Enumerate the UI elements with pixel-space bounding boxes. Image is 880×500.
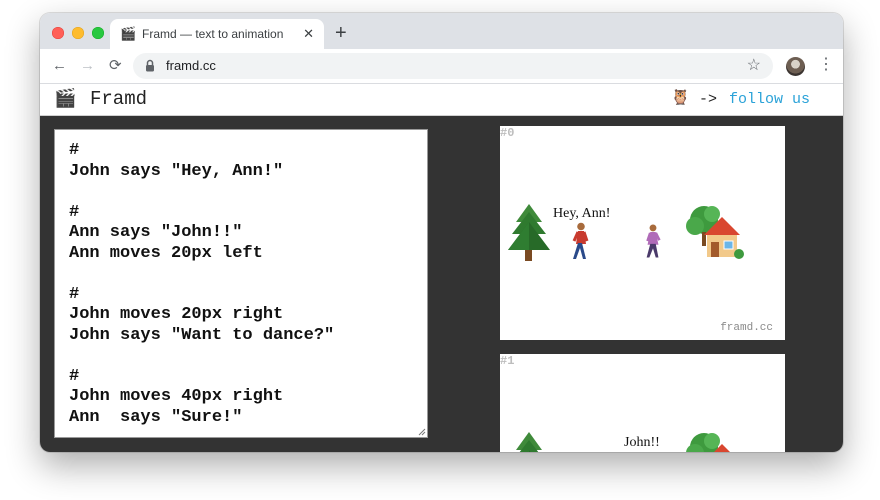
tab-strip: 🎬 Framd — text to animation ✕ + xyxy=(40,13,843,49)
arrow-text: -> xyxy=(699,91,718,108)
minimize-window-button[interactable] xyxy=(72,27,84,39)
speech-bubble: John!! xyxy=(624,435,660,450)
tab-framd[interactable]: 🎬 Framd — text to animation ✕ xyxy=(110,19,324,49)
owl-icon: 🦉 xyxy=(671,89,690,106)
address-bar[interactable]: framd.cc ☆ xyxy=(133,53,773,79)
browser-window: 🎬 Framd — text to animation ✕ + ← → ⟳ fr… xyxy=(40,13,843,452)
lock-icon xyxy=(146,59,154,72)
script-editor[interactable]: # John says "Hey, Ann!" # Ann says "John… xyxy=(54,129,428,438)
clapperboard-icon: 🎬 xyxy=(120,26,137,41)
url-text: framd.cc xyxy=(166,58,216,73)
animation-frame-0: #0 Hey, Ann! framd.cc xyxy=(500,126,785,340)
forward-arrow-icon[interactable]: → xyxy=(80,57,95,74)
star-icon[interactable]: ☆ xyxy=(747,57,761,75)
house-with-garden-icon xyxy=(686,206,744,259)
back-arrow-icon[interactable]: ← xyxy=(52,57,67,74)
profile-avatar[interactable] xyxy=(786,57,805,76)
woman-walking-icon xyxy=(646,224,661,258)
follow-us-link[interactable]: follow us xyxy=(729,91,810,108)
brand-name: Framd xyxy=(90,88,148,110)
reload-icon[interactable]: ⟳ xyxy=(109,57,122,74)
fullscreen-window-button[interactable] xyxy=(92,27,104,39)
kebab-menu-icon[interactable]: ⋮ xyxy=(818,56,834,74)
browser-toolbar: ← → ⟳ framd.cc ☆ ⋮ xyxy=(40,49,843,84)
page-content: 🎬 Framd 🦉 -> follow us # John says "Hey,… xyxy=(40,84,843,452)
close-icon[interactable]: ✕ xyxy=(303,26,314,42)
evergreen-tree-icon xyxy=(508,204,550,261)
man-walking-icon xyxy=(572,222,589,259)
script-text[interactable]: # John says "Hey, Ann!" # Ann says "John… xyxy=(55,130,427,437)
speech-bubble: Hey, Ann! xyxy=(553,206,611,221)
tab-title: Framd — text to animation xyxy=(142,27,284,41)
frame-label: #1 xyxy=(500,354,515,368)
plus-icon[interactable]: + xyxy=(335,23,347,43)
evergreen-tree-icon xyxy=(516,432,542,452)
site-header: 🎬 Framd 🦉 -> follow us xyxy=(40,84,843,116)
house-with-garden-icon xyxy=(686,433,730,452)
animation-frame-1: #1 John!! xyxy=(500,354,785,452)
frame-label: #0 xyxy=(500,126,515,140)
resize-grip-icon[interactable] xyxy=(418,428,426,436)
clapperboard-logo-icon: 🎬 xyxy=(54,88,77,108)
close-window-button[interactable] xyxy=(52,27,64,39)
watermark: framd.cc xyxy=(720,322,773,334)
